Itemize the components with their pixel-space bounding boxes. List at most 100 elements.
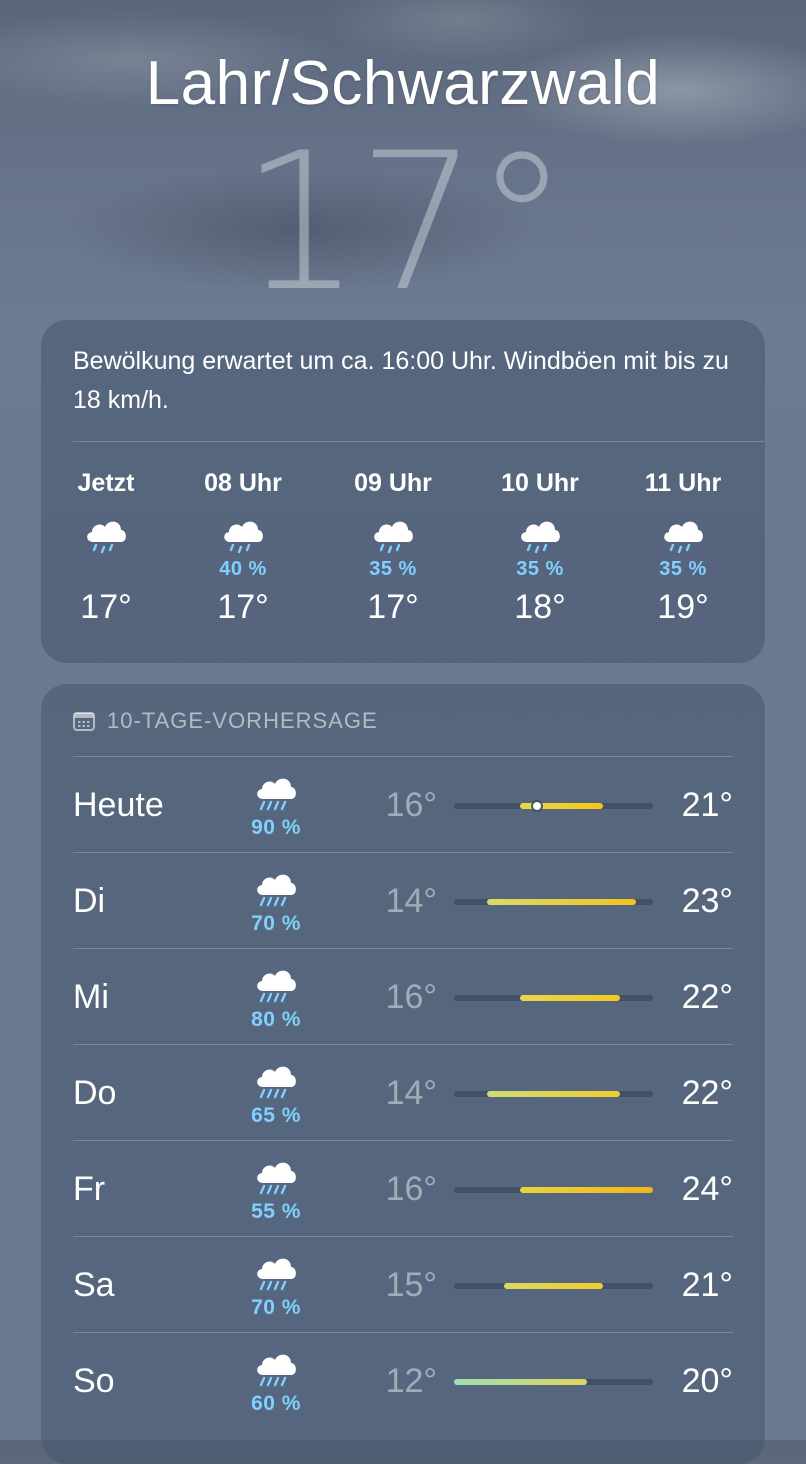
day-min-temp: 16° — [385, 978, 437, 1016]
hour-temperature: 17° — [80, 588, 132, 626]
hour-temperature: 17° — [217, 588, 269, 626]
hour-icon-wrap — [628, 512, 738, 560]
weather-summary: Bewölkung erwartet um ca. 16:00 Uhr. Win… — [73, 347, 729, 414]
cloud-drizzle-icon — [87, 521, 126, 554]
day-max-temp: 23° — [681, 882, 733, 920]
temp-range-bar — [487, 899, 636, 905]
daily-row[interactable]: So 60 % 12° 20° — [73, 1332, 733, 1429]
cloud-drizzle-icon — [374, 521, 413, 554]
current-temp-dot — [533, 802, 541, 810]
current-temperature: 17° — [240, 112, 570, 333]
divider — [73, 441, 765, 442]
cloud-drizzle-icon — [224, 521, 263, 554]
hour-label: 10 Uhr — [501, 469, 579, 497]
hour-icon-wrap — [51, 512, 161, 560]
cloud-rain-icon — [257, 1354, 296, 1387]
hour-precipitation: 40 % — [219, 558, 267, 580]
hour-label: Jetzt — [77, 469, 135, 497]
daily-forecast-card[interactable]: 10-TAGE-VORHERSAGE Heute 90 % 16° 21° Di 70 %… — [41, 684, 765, 1464]
day-icon-wrap — [249, 1249, 303, 1297]
day-icon-wrap — [249, 1345, 303, 1393]
day-min-temp: 16° — [385, 1170, 437, 1208]
day-max-temp: 21° — [681, 786, 733, 824]
hour-precipitation: 35 % — [369, 558, 417, 580]
cloud-rain-icon — [257, 1162, 296, 1195]
day-precipitation: 65 % — [251, 1104, 301, 1127]
temp-range-bar — [520, 1187, 653, 1193]
temp-range-track — [454, 1187, 653, 1193]
day-min-temp: 15° — [385, 1266, 437, 1304]
hourly-item: Jetzt 17° — [51, 466, 161, 627]
day-min-temp: 14° — [385, 882, 437, 920]
day-max-temp: 22° — [681, 978, 733, 1016]
cloud-rain-icon — [257, 970, 296, 1003]
day-icon-wrap — [249, 865, 303, 913]
hour-label: 11 Uhr — [644, 469, 722, 497]
hourly-item: 10 Uhr 35 % 18° — [485, 466, 595, 627]
daily-row[interactable]: Heute 90 % 16° 21° — [73, 756, 733, 853]
day-precipitation: 90 % — [251, 816, 301, 839]
hour-label: 08 Uhr — [204, 469, 282, 497]
cloud-rain-icon — [257, 874, 296, 907]
daily-row[interactable]: Fr 55 % 16° 24° — [73, 1140, 733, 1237]
temp-range-track — [454, 1283, 653, 1289]
day-precipitation: 60 % — [251, 1392, 301, 1415]
day-min-temp: 16° — [385, 786, 437, 824]
day-min-temp: 14° — [385, 1074, 437, 1112]
calendar-icon — [73, 712, 95, 731]
daily-row[interactable]: Do 65 % 14° 22° — [73, 1044, 733, 1141]
temp-range-track — [454, 1379, 653, 1385]
cloud-rain-icon — [257, 1066, 296, 1099]
day-icon-wrap — [249, 1057, 303, 1105]
day-max-temp: 24° — [681, 1170, 733, 1208]
cloud-drizzle-icon — [521, 521, 560, 554]
day-icon-wrap — [249, 1153, 303, 1201]
temp-range-track — [454, 899, 653, 905]
day-label: Heute — [73, 786, 164, 824]
hour-temperature: 18° — [514, 588, 566, 626]
day-max-temp: 21° — [681, 1266, 733, 1304]
daily-row[interactable]: Mi 80 % 16° 22° — [73, 948, 733, 1045]
city-name: Lahr/Schwarzwald — [145, 49, 661, 118]
hourly-item: 11 Uhr 35 % 19° — [628, 466, 738, 627]
hour-temperature: 19° — [657, 588, 709, 626]
day-icon-wrap — [249, 961, 303, 1009]
temp-range-track — [454, 995, 653, 1001]
temp-range-bar — [520, 995, 620, 1001]
temp-range-track — [454, 802, 653, 810]
cloud-rain-icon — [257, 1258, 296, 1291]
hourly-item: 08 Uhr 40 % 17° — [188, 466, 298, 627]
daily-forecast-title: 10-TAGE-VORHERSAGE — [107, 708, 378, 733]
day-label: So — [73, 1362, 115, 1400]
day-precipitation: 70 % — [251, 1296, 301, 1319]
daily-forecast-header: 10-TAGE-VORHERSAGE — [73, 706, 378, 736]
day-icon-wrap — [249, 769, 303, 817]
hour-icon-wrap — [188, 512, 298, 560]
hour-icon-wrap — [485, 512, 595, 560]
day-label: Fr — [73, 1170, 106, 1208]
hourly-forecast-card[interactable]: Bewölkung erwartet um ca. 16:00 Uhr. Win… — [41, 320, 765, 663]
daily-row[interactable]: Di 70 % 14° 23° — [73, 852, 733, 949]
cloud-rain-icon — [257, 778, 296, 811]
day-label: Di — [73, 882, 106, 920]
temp-range-track — [454, 1091, 653, 1097]
cloud-drizzle-icon — [664, 521, 703, 554]
hour-precipitation: 35 % — [659, 558, 707, 580]
hourly-item: 09 Uhr 35 % 17° — [338, 466, 448, 627]
daily-row[interactable]: Sa 70 % 15° 21° — [73, 1236, 733, 1333]
temp-range-bar — [454, 1379, 587, 1385]
day-label: Mi — [73, 978, 109, 1016]
day-precipitation: 80 % — [251, 1008, 301, 1031]
hour-icon-wrap — [338, 512, 448, 560]
day-label: Sa — [73, 1266, 115, 1304]
temp-range-bar — [487, 1091, 620, 1097]
day-min-temp: 12° — [385, 1362, 437, 1400]
day-precipitation: 55 % — [251, 1200, 301, 1223]
temp-range-bar — [504, 1283, 603, 1289]
hour-precipitation: 35 % — [516, 558, 564, 580]
day-label: Do — [73, 1074, 117, 1112]
day-max-temp: 20° — [681, 1362, 733, 1400]
hour-label: 09 Uhr — [354, 469, 432, 497]
hour-temperature: 17° — [367, 588, 419, 626]
day-max-temp: 22° — [681, 1074, 733, 1112]
